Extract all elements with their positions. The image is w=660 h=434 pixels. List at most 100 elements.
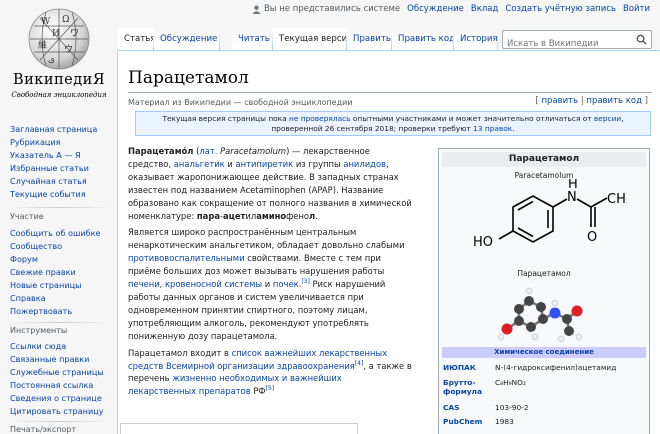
liver-link[interactable]: печени (128, 279, 160, 289)
latin-link[interactable]: лат. (199, 146, 217, 156)
circulatory-link[interactable]: кровеносной системы (165, 279, 262, 289)
infobox-section-header: Химическое соединение (442, 347, 646, 358)
text: ил (245, 210, 257, 221)
wikipedia-logo[interactable]: W ΩИ ワ維 ウ ی ВикипедиЯ Свободная энциклопед… (0, 0, 118, 110)
reference-3[interactable]: [3] (301, 278, 310, 285)
tab-read[interactable]: Читать (232, 28, 273, 50)
globe-icon: W ΩИ ワ維 ウ ی (28, 8, 90, 70)
chemical-compound-link[interactable]: Химическое соединение (494, 348, 594, 356)
infobox-title: Парацетамол (442, 152, 646, 167)
contents-box-partial (120, 423, 358, 434)
article-body: Парацетамо́л (лат. Paracetamolum) — лека… (128, 145, 412, 402)
sidebar-item-special-pages[interactable]: Служебные страницы (10, 367, 104, 377)
notice-text: Текущая версия страницы пока (162, 114, 290, 123)
notice-version-link[interactable]: версии (594, 114, 621, 123)
text: РФ (250, 386, 266, 397)
sidebar-item-community[interactable]: Сообщество (10, 241, 62, 251)
formula-ch3-label: CH₃ (607, 192, 627, 207)
text: Парацетамол входит в (128, 347, 232, 358)
anilides-link[interactable]: анилидов (343, 159, 386, 169)
tab-edit-source-label: Править код (398, 34, 456, 44)
notice-text: опытными участниками и может значительно… (350, 114, 594, 123)
edit-source-link[interactable]: править код (586, 96, 642, 106)
sidebar-item-page-info[interactable]: Сведения о странице (10, 393, 102, 403)
structural-formula-image[interactable]: N H O CH₃ HO (467, 179, 627, 267)
tab-talk[interactable]: Обсуждение (154, 28, 220, 50)
svg-text:W: W (41, 17, 51, 27)
sidebar-item-featured[interactable]: Избранные статьи (10, 163, 89, 173)
tab-current-version[interactable]: Текущая версия (273, 28, 352, 50)
not-logged-text: Вы не представились системе (263, 4, 401, 14)
sidebar-item-permalink[interactable]: Постоянная ссылка (10, 380, 93, 390)
sidebar-item-random[interactable]: Случайная статья (10, 176, 87, 186)
sidebar-divider (10, 207, 110, 208)
bold-fragment: ацет (223, 210, 246, 221)
text: Является широко распространённым централ… (128, 227, 405, 251)
tab-edit-label: Править (353, 34, 391, 44)
content-area: Парацетамол Материал из Википедии — своб… (117, 50, 660, 434)
sidebar-item-recent-changes[interactable]: Свежие правки (10, 267, 76, 277)
login-link[interactable]: Войти (623, 4, 650, 14)
tab-article[interactable]: Статья (118, 28, 156, 50)
notice-edits-link[interactable]: 13 правок (473, 124, 512, 133)
sidebar-item-forum[interactable]: Форум (10, 254, 38, 264)
pubchem-value[interactable]: 1983 (495, 417, 645, 426)
logo-wordmark: ВикипедиЯ (12, 72, 106, 88)
sidebar-item-help[interactable]: Справка (10, 293, 46, 303)
tab-talk-label: Обсуждение (160, 34, 218, 44)
anon-user: Вы не представились системе (252, 4, 400, 14)
edit-bracket-close: ] (644, 96, 648, 106)
text: и (224, 158, 236, 169)
personal-tools: Вы не представились системе Обсуждение В… (252, 4, 650, 14)
search-box (502, 30, 652, 53)
ball-and-stick-model-image[interactable] (489, 281, 599, 345)
kidneys-link[interactable]: почек (273, 279, 299, 289)
sidebar-item-new-pages[interactable]: Новые страницы (10, 280, 81, 290)
analgesic-link[interactable]: анальгетик (174, 159, 225, 169)
svg-text:ワ: ワ (70, 29, 79, 39)
reference-5[interactable]: [5] (266, 386, 275, 393)
pending-changes-notice: Текущая версия страницы пока не проверял… (135, 111, 651, 136)
tab-history[interactable]: История (454, 28, 498, 50)
sidebar-item-index[interactable]: Указатель А — Я (10, 150, 81, 160)
sidebar-item-current-events[interactable]: Текущие события (10, 189, 86, 199)
search-icon[interactable] (636, 34, 647, 45)
sidebar-item-related-changes[interactable]: Связанные правки (10, 354, 89, 364)
formula-n-label: N (567, 190, 577, 205)
personal-talk-link[interactable]: Обсуждение (407, 4, 464, 14)
formula-label[interactable]: Брутто-формула (443, 378, 495, 396)
sidebar-item-cite[interactable]: Цитировать страницу (10, 406, 104, 416)
pubchem-label[interactable]: PubChem (443, 417, 495, 426)
sidebar-item-main-page[interactable]: Заглавная страница (10, 124, 97, 134)
notice-text: . (512, 124, 515, 133)
create-account-link[interactable]: Создать учётную запись (505, 4, 616, 14)
site-sub: Материал из Википедии — свободной энцикл… (128, 98, 353, 107)
user-icon (252, 5, 261, 14)
tab-edit[interactable]: Править (347, 28, 392, 50)
antipyretic-link[interactable]: антипиретик (235, 159, 293, 169)
text: . (315, 210, 318, 221)
sidebar-item-donate[interactable]: Пожертвовать (10, 306, 72, 316)
paragraph-2: Является широко распространённым централ… (128, 226, 412, 342)
section-edit-links: [ править | править код ] (535, 96, 648, 106)
edit-link[interactable]: править (541, 96, 578, 106)
personal-contributions-link[interactable]: Вклад (471, 4, 498, 14)
tab-current-version-label: Текущая версия (279, 34, 353, 44)
anti-inflammatory-link[interactable]: противовоспалительными (128, 253, 245, 263)
bold-fragment: амино (256, 210, 287, 221)
formula-value: C₈H₉NO₂ (495, 378, 526, 387)
sidebar-heading-tools: Инструменты (10, 326, 68, 335)
sidebar-item-categories[interactable]: Рубрикация (10, 137, 61, 147)
svg-text:維: 維 (38, 39, 47, 51)
sidebar-item-what-links-here[interactable]: Ссылки сюда (10, 341, 66, 351)
cas-value[interactable]: 103-90-2 (495, 403, 645, 412)
iupac-label[interactable]: ИЮПАК (443, 363, 495, 372)
cas-label[interactable]: CAS (443, 403, 495, 412)
latin-name: Paracetamolum (217, 146, 287, 156)
sidebar-divider (10, 322, 110, 323)
notice-unchecked-link[interactable]: не проверялась (289, 114, 351, 123)
paragraph-3: Парацетамол входит в список важнейших ле… (128, 347, 412, 399)
tab-edit-source[interactable]: Править код (392, 28, 456, 50)
svg-text:ウ: ウ (64, 44, 73, 55)
sidebar-item-report-error[interactable]: Сообщить об ошибке (10, 228, 100, 238)
